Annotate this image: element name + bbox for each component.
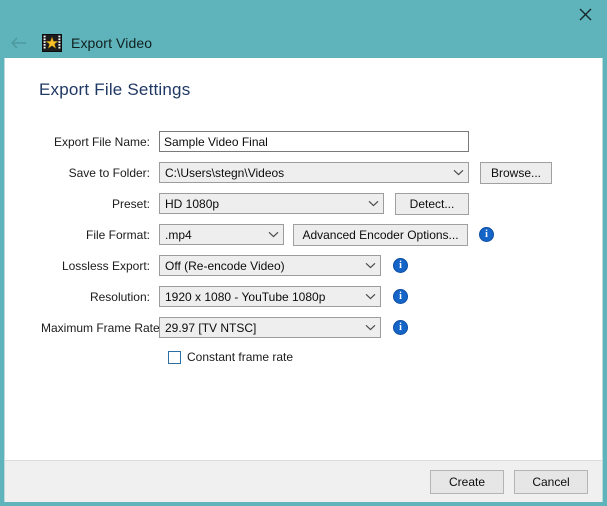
lossless-export-label: Lossless Export:: [61, 258, 150, 273]
lossless-export-combobox[interactable]: Off (Re-encode Video): [159, 255, 381, 276]
preset-combobox[interactable]: HD 1080p: [159, 193, 384, 214]
constant-frame-rate-label: Constant frame rate: [187, 350, 294, 364]
row-lossless-export: Lossless Export: Off (Re-encode Video) i: [5, 250, 602, 281]
row-export-file-name: Export File Name: Sample Video Final: [5, 126, 602, 157]
row-save-to-folder: Save to Folder: C:\Users\stegn\Videos Br…: [5, 157, 602, 188]
film-star-icon: [42, 33, 62, 53]
constant-frame-rate-checkbox[interactable]: [168, 350, 181, 364]
info-icon-resolution[interactable]: i: [393, 289, 408, 304]
lossless-export-value: Off (Re-encode Video): [165, 258, 285, 273]
save-to-folder-combobox[interactable]: C:\Users\stegn\Videos: [159, 162, 469, 183]
row-file-format: File Format: .mp4 Advanced Encoder Optio…: [5, 219, 602, 250]
browse-button[interactable]: Browse...: [480, 161, 552, 184]
preset-value: HD 1080p: [165, 196, 220, 211]
row-resolution: Resolution: 1920 x 1080 - YouTube 1080p …: [5, 281, 602, 312]
file-format-value: .mp4: [165, 227, 192, 242]
chevron-down-icon[interactable]: [449, 163, 468, 182]
row-constant-frame-rate: Constant frame rate: [5, 343, 602, 371]
create-button[interactable]: Create: [430, 469, 504, 494]
file-format-label: File Format:: [85, 227, 150, 242]
page-title: Export File Settings: [39, 80, 191, 99]
save-to-folder-label: Save to Folder:: [68, 165, 150, 180]
export-file-name-label: Export File Name:: [53, 134, 150, 149]
info-icon-lossless-export[interactable]: i: [393, 258, 408, 273]
chevron-down-icon[interactable]: [361, 256, 380, 275]
close-icon[interactable]: [563, 0, 607, 28]
max-frame-rate-value: 29.97 [TV NTSC]: [165, 320, 257, 335]
detect-button[interactable]: Detect...: [395, 192, 469, 215]
advanced-encoder-options-button[interactable]: Advanced Encoder Options...: [293, 223, 468, 246]
preset-label: Preset:: [111, 196, 150, 211]
export-settings-form: Export File Name: Sample Video Final Sav…: [5, 126, 602, 371]
title-bar: Export Video: [0, 0, 607, 58]
resolution-label: Resolution:: [89, 289, 150, 304]
chevron-down-icon[interactable]: [361, 287, 380, 306]
save-to-folder-value: C:\Users\stegn\Videos: [165, 165, 285, 180]
resolution-value: 1920 x 1080 - YouTube 1080p: [165, 289, 326, 304]
chevron-down-icon[interactable]: [364, 194, 383, 213]
max-frame-rate-combobox[interactable]: 29.97 [TV NTSC]: [159, 317, 381, 338]
resolution-combobox[interactable]: 1920 x 1080 - YouTube 1080p: [159, 286, 381, 307]
app-title: Export Video: [71, 35, 153, 51]
chevron-down-icon[interactable]: [264, 225, 283, 244]
export-video-window: Export Video Export File Settings Export…: [0, 0, 607, 506]
chevron-down-icon[interactable]: [361, 318, 380, 337]
back-arrow-icon[interactable]: [4, 30, 34, 56]
info-icon-max-frame-rate[interactable]: i: [393, 320, 408, 335]
info-icon-file-format[interactable]: i: [479, 227, 494, 242]
row-max-frame-rate: Maximum Frame Rate: 29.97 [TV NTSC] i: [5, 312, 602, 343]
dialog-footer: Create Cancel: [4, 460, 603, 502]
max-frame-rate-label: Maximum Frame Rate:: [41, 320, 164, 335]
title-bar-nav: Export Video: [0, 28, 152, 58]
export-file-name-value: Sample Video Final: [164, 134, 268, 149]
window-bottom-strip: [0, 502, 607, 506]
file-format-combobox[interactable]: .mp4: [159, 224, 284, 245]
cancel-button[interactable]: Cancel: [514, 469, 588, 494]
content-pane: Export File Settings Export File Name: S…: [4, 58, 603, 502]
row-preset: Preset: HD 1080p Detect...: [5, 188, 602, 219]
export-file-name-input[interactable]: Sample Video Final: [159, 131, 469, 152]
